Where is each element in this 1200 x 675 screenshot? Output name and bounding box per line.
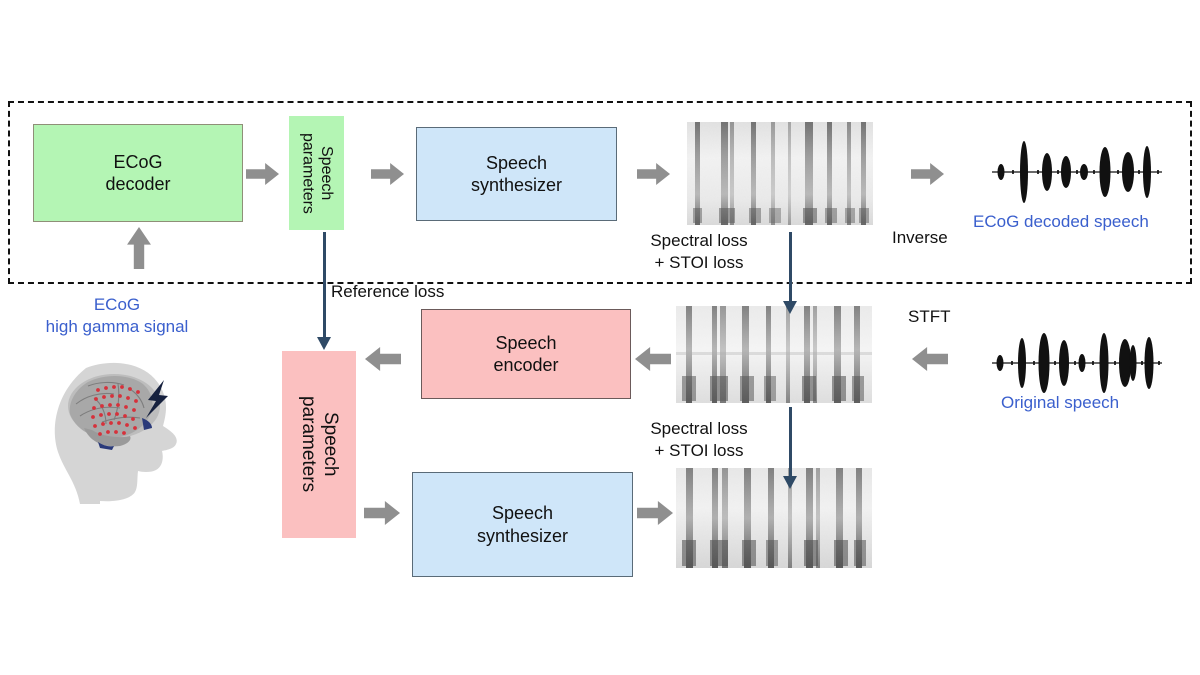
- ecog-decoder-box[interactable]: ECoG decoder: [33, 124, 243, 222]
- speech-synthesizer-top-box[interactable]: Speech synthesizer: [416, 127, 617, 221]
- speech-parameters-bottom-label: Speech parameters: [298, 396, 341, 493]
- arrow-stft-to-spectrogram: [912, 347, 948, 371]
- spectral-stoi-loss-arrow-top: [782, 232, 798, 314]
- speech-synthesizer-bottom-label: Speech synthesizer: [476, 503, 569, 546]
- arrow-synth-to-spectrogram-bottom: [637, 501, 673, 525]
- arrow-spectrogram-to-encoder: [635, 347, 671, 371]
- head-with-ecog-grid-on-brain: [42, 352, 202, 512]
- resynthesized-speech-spectrogram: [676, 468, 872, 568]
- original-speech-waveform: [992, 330, 1162, 396]
- arrow-encoder-to-params: [365, 347, 401, 371]
- speech-parameters-top-box[interactable]: Speech parameters: [289, 116, 344, 230]
- decoded-speech-spectrogram: [687, 122, 873, 225]
- original-speech-spectrogram: [676, 306, 872, 403]
- reference-loss-label: Reference loss: [331, 282, 445, 301]
- speech-parameters-bottom-box[interactable]: Speech parameters: [282, 351, 356, 538]
- speech-encoder-label: Speech encoder: [493, 332, 559, 376]
- diagram-canvas: ECoG decoder Speech parameters Speech sy…: [0, 0, 1200, 675]
- original-speech-label: Original speech: [1001, 393, 1120, 412]
- reference-loss-arrow: [316, 232, 332, 350]
- ecog-decoded-speech-label: ECoG decoded speech: [973, 212, 1149, 231]
- speech-parameters-top-label: Speech parameters: [299, 132, 335, 214]
- inverse-label: Inverse: [892, 228, 948, 247]
- speech-synthesizer-top-label: Speech synthesizer: [470, 152, 563, 196]
- stft-label: STFT: [908, 307, 951, 326]
- spectral-stoi-loss-arrow-bottom: [782, 407, 798, 489]
- ecog-decoded-speech-waveform: [992, 138, 1162, 206]
- spectral-stoi-loss-label-top: Spectral loss + STOI loss: [650, 231, 748, 272]
- arrow-params-to-synth-bottom: [364, 501, 400, 525]
- ecog-decoder-label: ECoG decoder: [105, 151, 171, 195]
- speech-encoder-box[interactable]: Speech encoder: [421, 309, 631, 399]
- ecog-high-gamma-signal-label: ECoG high gamma signal: [45, 295, 189, 336]
- spectral-stoi-loss-label-bottom: Spectral loss + STOI loss: [650, 419, 748, 460]
- speech-synthesizer-bottom-box[interactable]: Speech synthesizer: [412, 472, 633, 577]
